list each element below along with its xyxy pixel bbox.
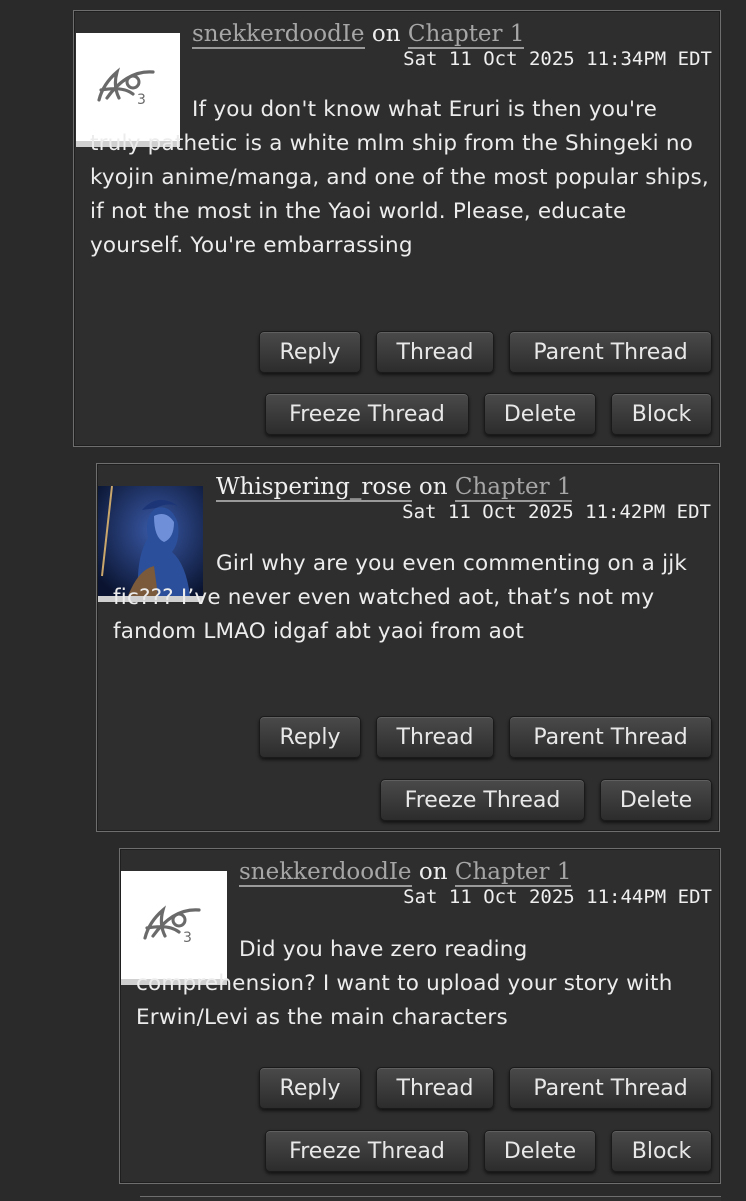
freeze-thread-button[interactable]: Freeze Thread [265,1130,469,1172]
on-text: on [371,21,401,47]
freeze-thread-button[interactable]: Freeze Thread [265,393,469,435]
next-comment-edge [140,1196,721,1201]
comment-body-text: Did you have zero reading comprehension?… [136,937,673,1030]
comment-body-text: If you don't know what Eruri is then you… [90,97,709,258]
freeze-thread-button[interactable]: Freeze Thread [380,779,585,821]
author-link[interactable]: Whispering_rose [216,474,412,502]
comment-datetime: Sat 11 Oct 2025 11:44PM EDT [403,886,712,908]
comment-byline: snekkerdoodIe on Chapter 1 [192,21,525,49]
comment-3: 3 snekkerdoodIe on Chapter 1 Sat 11 Oct … [119,848,721,1184]
parent-thread-button[interactable]: Parent Thread [509,716,712,758]
delete-button[interactable]: Delete [484,1130,596,1172]
block-button[interactable]: Block [611,1130,712,1172]
comment-body: If you don't know what Eruri is then you… [90,93,710,263]
on-text: on [418,474,448,500]
comment-datetime: Sat 11 Oct 2025 11:42PM EDT [402,501,711,523]
delete-button[interactable]: Delete [484,393,596,435]
thread-button[interactable]: Thread [376,331,494,373]
chapter-link[interactable]: Chapter 1 [454,859,572,887]
chapter-link[interactable]: Chapter 1 [454,474,572,502]
parent-thread-button[interactable]: Parent Thread [509,1067,712,1109]
comment-byline: Whispering_rose on Chapter 1 [216,474,572,502]
author-link[interactable]: snekkerdoodIe [239,859,412,887]
reply-button[interactable]: Reply [259,1067,361,1109]
reply-button[interactable]: Reply [259,331,361,373]
comment-body: Girl why are you even commenting on a jj… [113,547,693,649]
block-button[interactable]: Block [611,393,712,435]
thread-button[interactable]: Thread [376,1067,494,1109]
comment-datetime: Sat 11 Oct 2025 11:34PM EDT [403,48,712,70]
comment-byline: snekkerdoodIe on Chapter 1 [239,859,572,887]
thread-button[interactable]: Thread [376,716,494,758]
reply-button[interactable]: Reply [259,716,361,758]
comment-body: Did you have zero reading comprehension?… [136,933,711,1035]
delete-button[interactable]: Delete [600,779,712,821]
on-text: on [418,859,448,885]
comment-2: Whispering_rose on Chapter 1 Sat 11 Oct … [96,463,720,832]
parent-thread-button[interactable]: Parent Thread [509,331,712,373]
comment-body-text: Girl why are you even commenting on a jj… [113,551,688,644]
author-link[interactable]: snekkerdoodIe [192,21,365,49]
comment-1: 3 snekkerdoodIe on Chapter 1 Sat 11 Oct … [73,10,721,447]
chapter-link[interactable]: Chapter 1 [407,21,525,49]
